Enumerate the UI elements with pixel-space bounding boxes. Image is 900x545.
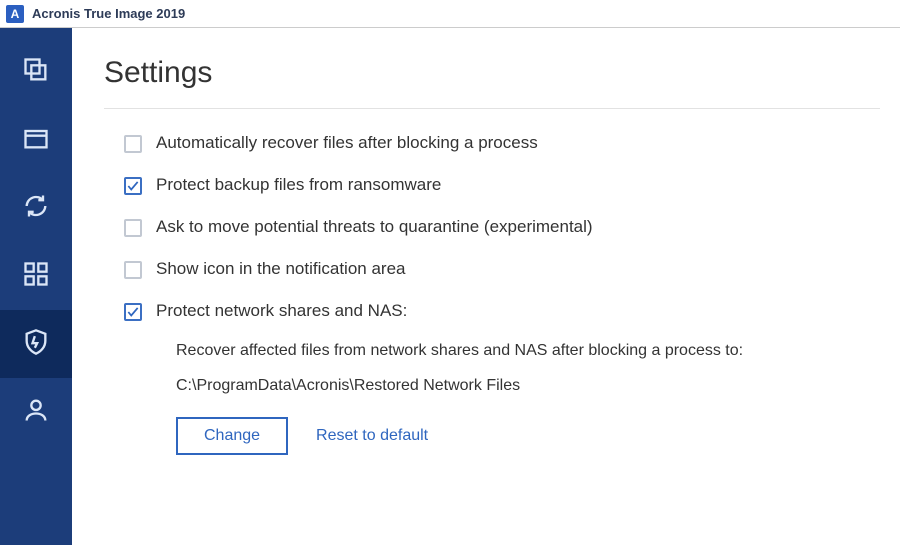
label-ask-quarantine: Ask to move potential threats to quarant… xyxy=(156,217,593,237)
label-protect-backup: Protect backup files from ransomware xyxy=(156,175,441,195)
app-body: Settings Automatically recover files aft… xyxy=(0,28,900,545)
checkbox-auto-recover[interactable] xyxy=(124,135,142,153)
option-protect-nas: Protect network shares and NAS: xyxy=(104,301,880,321)
checkbox-protect-backup[interactable] xyxy=(124,177,142,195)
option-show-icon: Show icon in the notification area xyxy=(104,259,880,279)
nas-description: Recover affected files from network shar… xyxy=(176,339,880,363)
change-button[interactable]: Change xyxy=(176,417,288,455)
sidebar-item-tools[interactable] xyxy=(0,242,72,310)
titlebar: A Acronis True Image 2019 xyxy=(0,0,900,28)
sidebar-item-sync[interactable] xyxy=(0,174,72,242)
sidebar-item-archive[interactable] xyxy=(0,106,72,174)
main-content: Settings Automatically recover files aft… xyxy=(72,28,900,545)
reset-default-button[interactable]: Reset to default xyxy=(316,419,428,453)
app-logo: A xyxy=(6,5,24,23)
sidebar-item-active-protection[interactable] xyxy=(0,310,72,378)
app-title: Acronis True Image 2019 xyxy=(32,6,185,21)
sidebar-item-backup[interactable] xyxy=(0,38,72,106)
divider xyxy=(104,108,880,109)
option-ask-quarantine: Ask to move potential threats to quarant… xyxy=(104,217,880,237)
sync-icon xyxy=(22,192,50,225)
shield-icon xyxy=(22,328,50,361)
sidebar xyxy=(0,28,72,545)
option-auto-recover: Automatically recover files after blocki… xyxy=(104,133,880,153)
account-icon xyxy=(22,396,50,429)
grid-icon xyxy=(22,260,50,293)
nas-button-row: Change Reset to default xyxy=(176,417,880,455)
sidebar-item-account[interactable] xyxy=(0,378,72,446)
label-auto-recover: Automatically recover files after blocki… xyxy=(156,133,538,153)
archive-icon xyxy=(22,124,50,157)
checkbox-protect-nas[interactable] xyxy=(124,303,142,321)
option-protect-backup: Protect backup files from ransomware xyxy=(104,175,880,195)
backup-icon xyxy=(22,56,50,89)
checkbox-ask-quarantine[interactable] xyxy=(124,219,142,237)
label-protect-nas: Protect network shares and NAS: xyxy=(156,301,407,321)
nas-subsection: Recover affected files from network shar… xyxy=(104,339,880,455)
page-title: Settings xyxy=(104,56,880,90)
nas-path: C:\ProgramData\Acronis\Restored Network … xyxy=(176,377,880,395)
checkbox-show-icon[interactable] xyxy=(124,261,142,279)
label-show-icon: Show icon in the notification area xyxy=(156,259,406,279)
